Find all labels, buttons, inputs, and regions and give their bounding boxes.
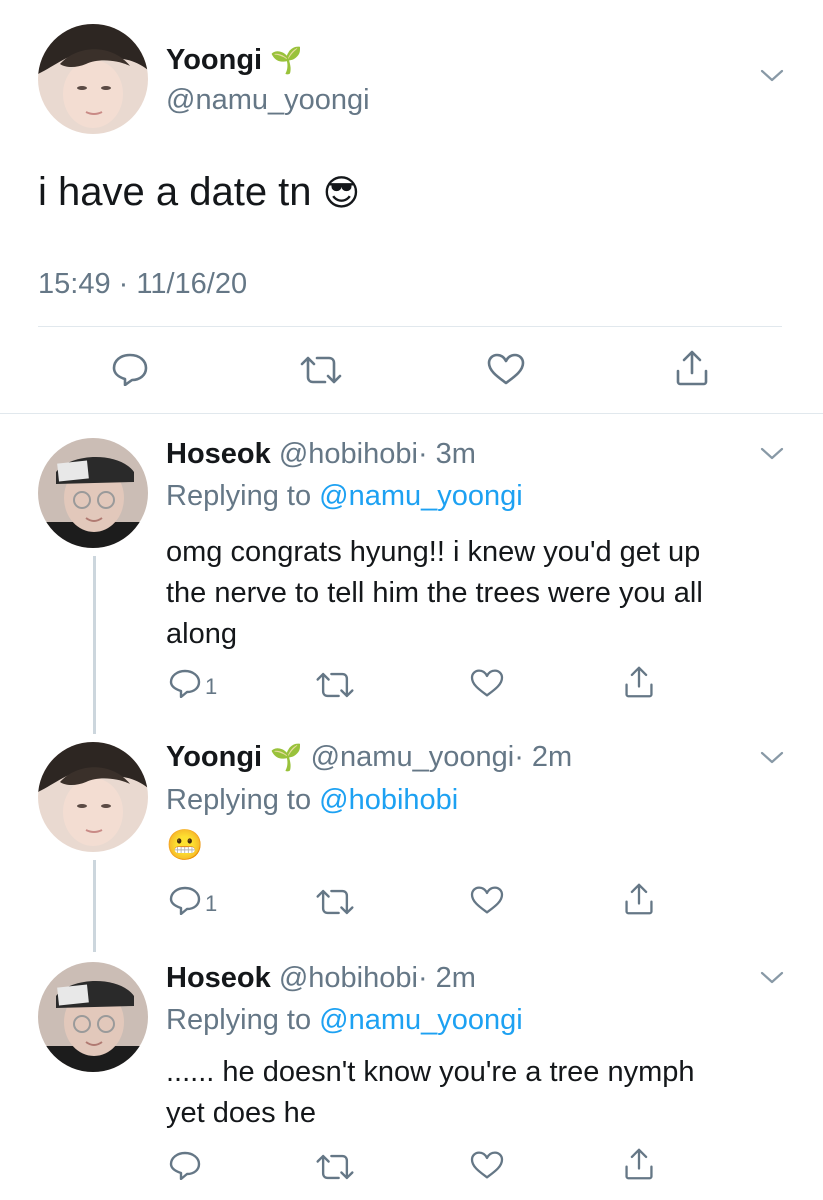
- reply-icon[interactable]: [168, 1150, 202, 1180]
- author-handle[interactable]: @hobihobi: [279, 962, 418, 994]
- replying-to-link[interactable]: @namu_yoongi: [319, 1004, 523, 1036]
- avatar-yoongi[interactable]: [38, 742, 148, 852]
- reply-header: Hoseok @hobihobi· 2m: [166, 962, 476, 995]
- author-name[interactable]: Yoongi: [166, 741, 262, 773]
- replying-to-prefix: Replying to: [166, 784, 312, 816]
- share-icon[interactable]: [674, 349, 710, 387]
- share-icon[interactable]: [623, 1147, 655, 1181]
- author-handle[interactable]: @namu_yoongi: [166, 84, 370, 117]
- like-icon[interactable]: [469, 668, 505, 698]
- reply-header: Hoseok @hobihobi· 3m: [166, 438, 476, 471]
- like-icon[interactable]: [469, 885, 505, 915]
- reply-header: Yoongi 🌱 @namu_yoongi· 2m: [166, 741, 572, 774]
- retweet-icon[interactable]: [314, 888, 356, 916]
- reply-count: 1: [205, 891, 218, 916]
- thread-line: [93, 556, 96, 734]
- tweet-text: i have a date tn 😎: [38, 170, 360, 215]
- replying-to-link[interactable]: @namu_yoongi: [319, 480, 523, 512]
- replying-to-prefix: Replying to: [166, 480, 312, 512]
- avatar-hoseok[interactable]: [38, 962, 148, 1072]
- seedling-icon: 🌱: [270, 45, 303, 75]
- replying-to: Replying to @namu_yoongi: [166, 1004, 523, 1037]
- retweet-icon[interactable]: [314, 1153, 356, 1181]
- reply-time[interactable]: · 3m: [418, 438, 476, 470]
- reply-text: ...... he doesn't know you're a tree nym…: [166, 1052, 695, 1134]
- reply-text-line: yet does he: [166, 1097, 316, 1129]
- reply-icon[interactable]: [168, 668, 202, 698]
- reply-icon[interactable]: [111, 352, 149, 386]
- thread-line: [93, 860, 96, 952]
- chevron-down-icon[interactable]: [760, 970, 784, 986]
- reply-text-line: along: [166, 618, 237, 650]
- tweet-text-body: i have a date tn: [38, 170, 312, 214]
- tweet-timestamp[interactable]: 15:49 · 11/16/20: [38, 268, 247, 301]
- chevron-down-icon[interactable]: [760, 446, 784, 462]
- reply-text-line: ...... he doesn't know you're a tree nym…: [166, 1056, 695, 1088]
- reply-text-line: the nerve to tell him the trees were you…: [166, 577, 703, 609]
- like-icon[interactable]: [486, 352, 526, 386]
- sunglasses-emoji: 😎: [322, 172, 361, 213]
- author-handle[interactable]: @hobihobi: [279, 438, 418, 470]
- reply-icon[interactable]: [168, 885, 202, 915]
- share-icon[interactable]: [623, 882, 655, 916]
- reply-time[interactable]: · 2m: [514, 741, 572, 773]
- reply-text: omg congrats hyung!! i knew you'd get up…: [166, 532, 703, 655]
- chevron-down-icon[interactable]: [760, 68, 784, 84]
- replying-to: Replying to @hobihobi: [166, 784, 458, 817]
- avatar-yoongi[interactable]: [38, 24, 148, 134]
- retweet-icon[interactable]: [298, 355, 344, 385]
- author-name[interactable]: Hoseok: [166, 438, 271, 470]
- reply-text-line: omg congrats hyung!! i knew you'd get up: [166, 536, 701, 568]
- author-name[interactable]: Yoongi 🌱: [166, 44, 303, 77]
- retweet-icon[interactable]: [314, 671, 356, 699]
- reply-count: 1: [205, 674, 218, 699]
- replying-to-prefix: Replying to: [166, 1004, 312, 1036]
- avatar-hoseok[interactable]: [38, 438, 148, 548]
- replying-to-link[interactable]: @hobihobi: [319, 784, 458, 816]
- reply-time[interactable]: · 2m: [418, 962, 476, 994]
- like-icon[interactable]: [469, 1150, 505, 1180]
- author-name-text: Yoongi: [166, 44, 263, 76]
- divider: [38, 326, 782, 327]
- seedling-icon: 🌱: [270, 742, 303, 772]
- author-name[interactable]: Hoseok: [166, 962, 271, 994]
- author-handle[interactable]: @namu_yoongi: [311, 741, 515, 773]
- share-icon[interactable]: [623, 665, 655, 699]
- grimacing-emoji: 😬: [166, 829, 204, 862]
- replying-to: Replying to @namu_yoongi: [166, 480, 523, 513]
- section-divider: [0, 413, 823, 414]
- chevron-down-icon[interactable]: [760, 750, 784, 766]
